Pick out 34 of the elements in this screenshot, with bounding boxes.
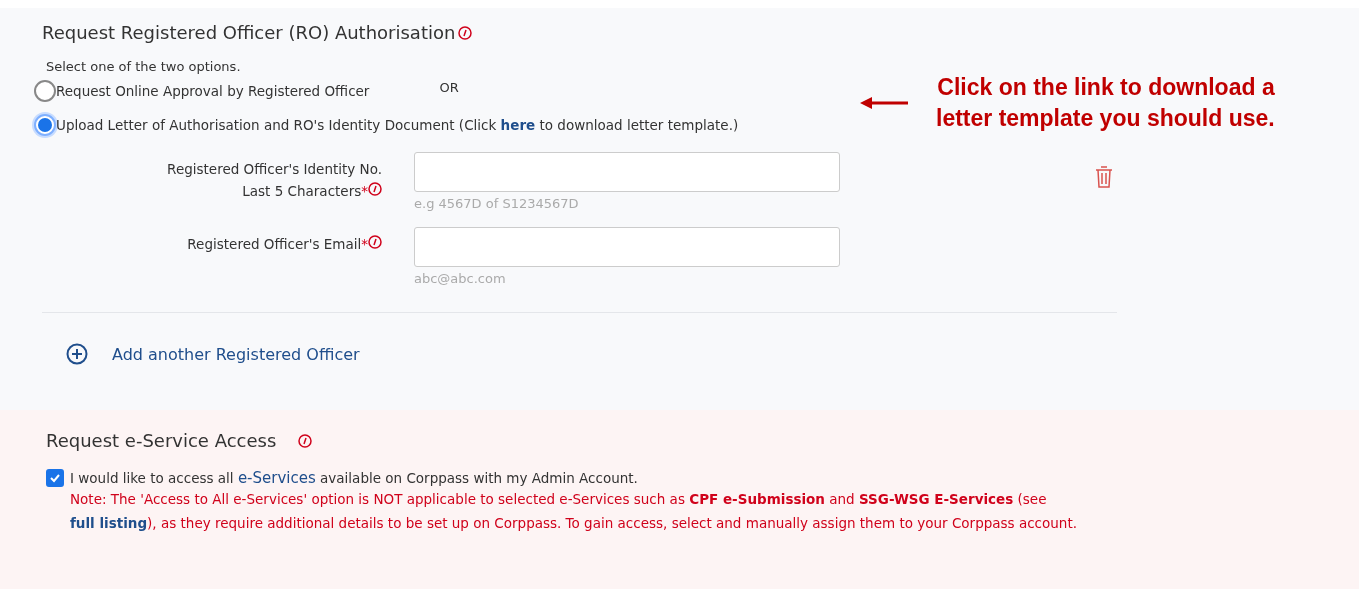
- instruction-text: Select one of the two options.: [46, 59, 242, 74]
- hint-text: e.g 4567D of S1234567D: [414, 196, 580, 211]
- add-icon: [66, 343, 88, 365]
- info-icon[interactable]: [458, 25, 473, 40]
- field-label: Registered Officer's Identity No.: [167, 161, 382, 177]
- radio-button[interactable]: [34, 80, 56, 102]
- hint-text: abc@abc.com: [414, 271, 507, 286]
- template-link[interactable]: here: [500, 117, 536, 133]
- check-icon: [49, 472, 61, 484]
- note-text: Note: The 'Access to All e-Services' option is NOT applicable to selected e-Services such as CPF e-Submission and SSG-WSG E-Services (see full listing), as they require additional details to be set up on Corppass. To gain access, select and manually assign them to your Corppass account.: [70, 490, 1078, 533]
- arrow-icon: [860, 97, 908, 109]
- annotation-text: letter template you should use.: [936, 104, 1275, 133]
- info-icon[interactable]: [298, 433, 313, 448]
- listing-link[interactable]: full listing: [70, 515, 148, 531]
- required-mark: *: [361, 236, 368, 252]
- add-officer-button[interactable]: Add another Registered Officer: [66, 343, 360, 365]
- info-icon[interactable]: [368, 182, 382, 196]
- or-text: OR: [439, 79, 459, 95]
- radio-button[interactable]: [34, 114, 56, 136]
- info-icon[interactable]: [368, 235, 382, 249]
- required-mark: *: [361, 183, 368, 199]
- checkbox-label: I would like to access all e-Services available on Corppass with my Admin Account.: [70, 469, 639, 487]
- annotation-text: Click on the link to download a: [936, 73, 1275, 102]
- trash-icon[interactable]: [1095, 165, 1113, 189]
- field-label: Last 5 Characters: [242, 183, 362, 199]
- option-label: Upload Letter of Authorisation and RO's Identity Document (Click here to download letter template.): [56, 117, 739, 133]
- input-field[interactable]: [414, 227, 840, 267]
- section-title: Request Registered Officer (RO) Authorisation: [42, 22, 456, 43]
- section-title: Request e-Service Access: [46, 430, 277, 451]
- checkbox[interactable]: [46, 469, 64, 487]
- field-label: Registered Officer's Email: [187, 236, 362, 252]
- input-field[interactable]: [414, 152, 840, 192]
- eservices-link[interactable]: e-Services: [237, 469, 316, 487]
- option-label: Request Online Approval by Registered Officer: [56, 83, 370, 99]
